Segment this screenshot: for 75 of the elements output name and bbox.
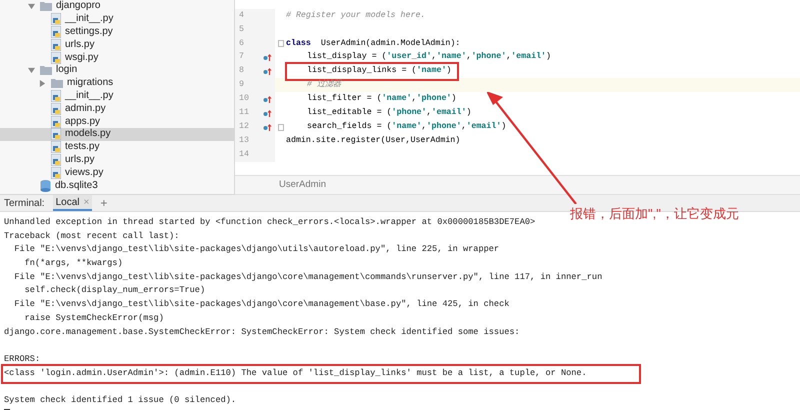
tree-item[interactable]: models.py xyxy=(0,128,234,141)
tree-item[interactable]: settings.py xyxy=(0,26,234,38)
terminal-tab[interactable]: Local × xyxy=(52,195,92,211)
python-file-icon xyxy=(51,26,61,38)
tree-item[interactable]: apps.py xyxy=(0,115,234,128)
terminal-line: File "E:\venvs\django_test\lib\site-packages\django\utils\autoreload.py", line 225, in wrapper xyxy=(13,244,500,254)
folder-icon xyxy=(51,78,63,88)
folder-icon xyxy=(40,1,52,12)
terminal-line: <class 'login.admin.UserAdmin'>: (admin.E110) The value of 'list_display_links' must be a list, a tuple, or None. xyxy=(4,368,587,378)
tree-item[interactable]: djangopro xyxy=(0,0,234,13)
tree-item[interactable]: urls.py xyxy=(0,154,234,166)
code-line: search_fields = ('name','phone','email') xyxy=(306,120,506,133)
terminal-line: ERRORS: xyxy=(4,354,40,364)
override-marker-icon[interactable] xyxy=(263,94,272,104)
python-file-icon xyxy=(51,154,61,166)
code-line: list_display_links = ('name') xyxy=(306,65,452,78)
terminal-line: File "E:\venvs\django_test\lib\site-packages\django\core\management\commands\runserver.py", line 117, in inner_run xyxy=(13,272,602,282)
terminal-label: Terminal: xyxy=(4,196,45,210)
breadcrumb-item[interactable]: UserAdmin xyxy=(279,178,326,192)
tree-item[interactable]: tests.py xyxy=(0,140,234,154)
line-number: 5 xyxy=(239,24,245,36)
python-file-icon xyxy=(51,141,61,154)
terminal-line: Unhandled exception in thread started by <function check_errors.<locals>.wrapper at 0x00000185B3DE7EA0> xyxy=(4,217,536,227)
new-tab-button[interactable]: + xyxy=(100,194,108,212)
caret-down-icon[interactable] xyxy=(28,66,35,74)
line-number: 12 xyxy=(239,120,250,133)
terminal-line: Traceback (most recent call last): xyxy=(4,230,180,241)
line-number: 7 xyxy=(239,51,245,64)
override-marker-icon[interactable] xyxy=(263,53,272,62)
line-number: 10 xyxy=(239,93,250,106)
terminal-line: File "E:\venvs\django_test\lib\site-packages\django\core\management\base.py", line 425, in check xyxy=(13,299,510,310)
python-file-icon xyxy=(51,166,61,179)
python-file-icon xyxy=(51,90,61,102)
folder-icon xyxy=(40,65,52,76)
tree-item[interactable]: views.py xyxy=(0,166,234,180)
line-number: 8 xyxy=(239,65,245,78)
line-number: 9 xyxy=(239,79,245,92)
line-number: 4 xyxy=(239,10,245,22)
python-file-icon xyxy=(51,128,61,140)
override-marker-icon[interactable] xyxy=(263,122,272,132)
python-file-icon xyxy=(51,102,61,115)
code-line: list_filter = ('name','phone') xyxy=(306,93,456,106)
tree-item[interactable]: __init__.py xyxy=(0,12,234,26)
code-line: class UserAdmin(admin.ModelAdmin): xyxy=(286,38,460,50)
annotation-note: 报错，后面加","，让它变成元 xyxy=(570,205,739,223)
tree-item[interactable]: urls.py xyxy=(0,38,234,52)
line-number: 11 xyxy=(239,106,250,119)
tree-item[interactable]: db.sqlite3 xyxy=(0,179,234,192)
tree-item[interactable]: __init__.py xyxy=(0,90,234,102)
code-comment: # Register your models here. xyxy=(286,10,426,22)
terminal-line: django.core.management.base.SystemCheckError: SystemCheckError: System check identified some issues: xyxy=(4,326,520,336)
code-line: list_editable = ('phone','email') xyxy=(306,106,472,119)
tree-item[interactable]: wsgi.py xyxy=(0,51,234,64)
terminal-line: raise SystemCheckError(msg) xyxy=(24,312,164,323)
code-line: admin.site.register(User,UserAdmin) xyxy=(286,134,460,147)
code-comment: # 过滤器 xyxy=(306,79,341,92)
database-icon xyxy=(40,180,51,192)
override-marker-icon[interactable] xyxy=(263,67,272,76)
line-number: 13 xyxy=(239,134,250,147)
caret-right-icon[interactable] xyxy=(39,80,46,87)
line-number: 14 xyxy=(239,148,250,161)
terminal-line: self.check(display_num_errors=True) xyxy=(24,285,206,296)
tree-item[interactable]: admin.py xyxy=(0,102,234,116)
caret-down-icon[interactable] xyxy=(28,2,35,10)
terminal-line: fn(*args, **kwargs) xyxy=(24,258,123,268)
python-file-icon xyxy=(51,52,61,64)
python-file-icon xyxy=(51,13,61,26)
tree-item[interactable]: login xyxy=(0,64,234,77)
python-file-icon xyxy=(51,116,61,128)
line-number: 6 xyxy=(239,38,245,50)
terminal-line: System check identified 1 issue (0 silenced). xyxy=(4,394,236,405)
override-marker-icon[interactable] xyxy=(263,108,272,118)
code-line: list_display = ('user_id','name','phone','email') xyxy=(306,51,552,64)
tree-item[interactable]: migrations xyxy=(0,76,234,90)
python-file-icon xyxy=(51,38,61,51)
